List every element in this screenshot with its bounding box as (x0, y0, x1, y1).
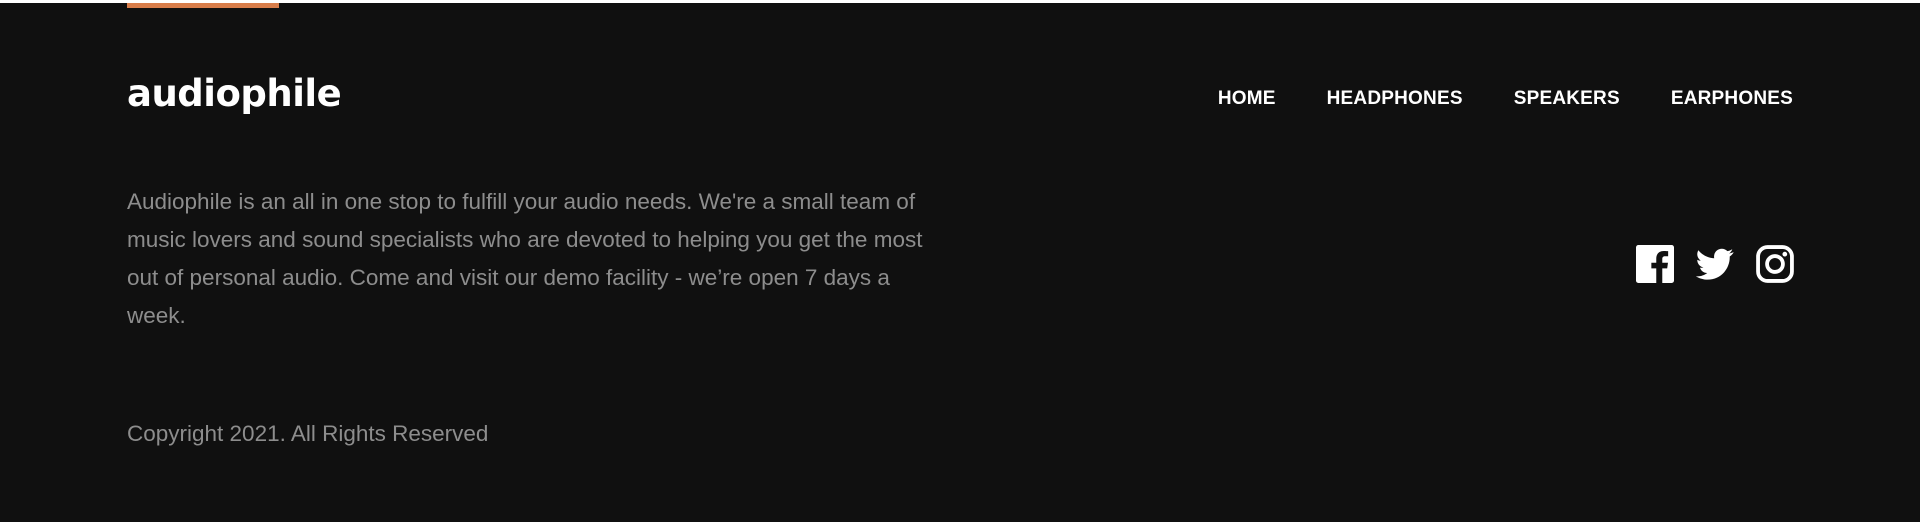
nav-link-headphones[interactable]: HEADPHONES (1327, 89, 1463, 108)
site-footer: audiophile HOME HEADPHONES SPEAKERS EARP… (0, 3, 1920, 522)
footer-description: Audiophile is an all in one stop to fulf… (127, 189, 923, 328)
nav-link-earphones[interactable]: EARPHONES (1671, 89, 1793, 108)
nav-link-speakers[interactable]: SPEAKERS (1514, 89, 1620, 108)
facebook-icon[interactable] (1636, 245, 1674, 283)
twitter-icon[interactable] (1696, 245, 1734, 283)
accent-bar (127, 3, 279, 8)
footer-nav: HOME HEADPHONES SPEAKERS EARPHONES (1218, 89, 1793, 108)
social-links (1636, 245, 1794, 283)
nav-link-home[interactable]: HOME (1218, 89, 1276, 108)
instagram-icon[interactable] (1756, 245, 1794, 283)
copyright-text: Copyright 2021. All Rights Reserved (127, 421, 489, 446)
logo[interactable]: audiophile (127, 75, 342, 112)
